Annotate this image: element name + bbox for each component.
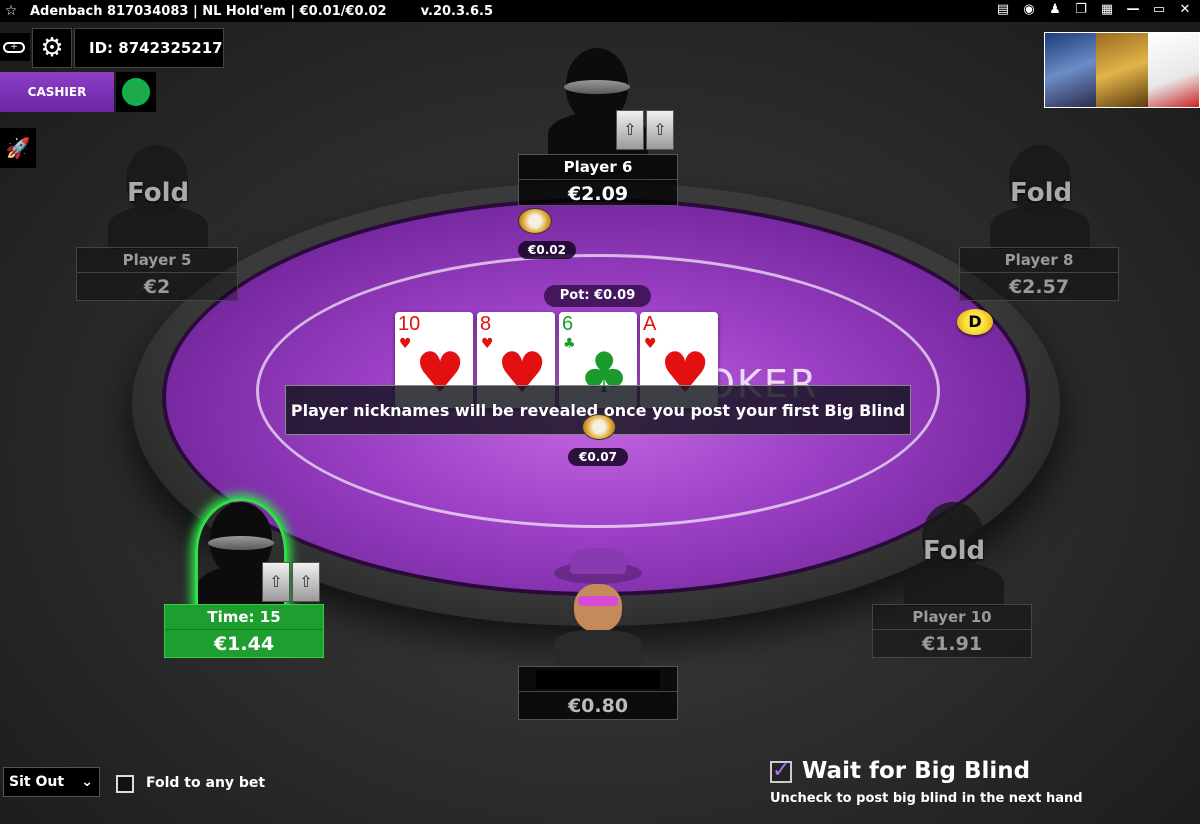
pot-chips-icon xyxy=(582,414,616,440)
toggle-icon: + xyxy=(3,42,25,53)
active-player-hole-cards: ⇧ ⇧ xyxy=(262,562,320,602)
player8-seat[interactable]: Player 8 €2.57 xyxy=(959,247,1119,301)
card-back-icon: ⇧ xyxy=(616,110,644,150)
cashier-button[interactable]: CASHIER xyxy=(0,72,114,112)
bet-chips-icon xyxy=(518,208,552,234)
card-suit-small: ♥ xyxy=(399,336,412,352)
wait-for-big-blind-checkbox[interactable]: ✓ xyxy=(770,758,792,783)
gear-icon: ⚙ xyxy=(40,33,64,63)
active-player-stack: €1.44 xyxy=(213,633,275,655)
minimize-icon[interactable]: — xyxy=(1124,2,1142,17)
card-rank: 10 xyxy=(398,313,421,335)
card-back-icon: ⇧ xyxy=(292,562,320,602)
player6-stack: €2.09 xyxy=(567,183,629,205)
star-icon[interactable]: ☆ xyxy=(0,3,22,19)
player5-seat[interactable]: Player 5 €2 xyxy=(76,247,238,301)
sit-out-value: Sit Out xyxy=(9,774,65,790)
card-suit-small: ♥ xyxy=(644,336,657,352)
window-controls: ▤ ◉ ♟ ❐ ▦ — ▭ ✕ xyxy=(994,2,1194,17)
promo-image-3 xyxy=(1147,33,1199,107)
maximize-icon[interactable]: ▭ xyxy=(1150,2,1168,17)
player10-name: Player 10 xyxy=(873,605,1031,630)
player8-name: Player 8 xyxy=(960,248,1118,273)
settings-button[interactable]: ⚙ xyxy=(32,28,72,68)
player5-stack: €2 xyxy=(143,276,171,298)
hero-stack: €0.80 xyxy=(567,695,629,717)
chevron-down-icon: ⌄ xyxy=(81,774,93,790)
player8-fold-label: Fold xyxy=(1010,178,1073,208)
player5-fold-label: Fold xyxy=(127,178,190,208)
bet-center: €0.07 xyxy=(568,448,628,466)
players-icon[interactable]: ♟ xyxy=(1046,2,1064,17)
version-label: v.20.3.6.5 xyxy=(420,3,494,19)
player6-name: Player 6 xyxy=(519,155,677,180)
tables-icon[interactable]: ❐ xyxy=(1072,2,1090,17)
card-rank: A xyxy=(643,313,657,335)
card-rank: 8 xyxy=(480,313,492,335)
wait-for-big-blind-hint: Uncheck to post big blind in the next ha… xyxy=(770,791,1083,806)
card-suit-small: ♥ xyxy=(481,336,494,352)
wait-for-big-blind-label[interactable]: Wait for Big Blind xyxy=(802,758,1030,784)
promo-image-1 xyxy=(1045,33,1097,107)
player10-stack: €1.91 xyxy=(921,633,983,655)
chip-icon xyxy=(122,78,150,106)
rocket-button[interactable]: 🚀 xyxy=(0,128,36,168)
checkmark-icon: ✓ xyxy=(772,758,791,783)
player10-seat[interactable]: Player 10 €1.91 xyxy=(872,604,1032,658)
player6-hole-cards: ⇧ ⇧ xyxy=(616,110,674,150)
promo-image-2 xyxy=(1096,33,1148,107)
fold-to-any-bet-label[interactable]: Fold to any bet xyxy=(146,775,265,791)
player6-seat[interactable]: Player 6 €2.09 xyxy=(518,154,678,206)
window-title: Adenbach 817034083 | NL Hold'em | €0.01/… xyxy=(30,3,387,19)
active-player-seat[interactable]: Time: 15 €1.44 xyxy=(164,604,324,658)
dealer-button: D xyxy=(957,309,993,335)
turn-timer: Time: 15 xyxy=(165,605,323,630)
card-suit-small: ♣ xyxy=(563,336,576,352)
player10-fold-label: Fold xyxy=(923,536,986,566)
hero-name-redacted xyxy=(519,667,677,692)
promo-banner[interactable] xyxy=(1044,32,1200,108)
card-rank: 6 xyxy=(562,313,574,335)
title-bar: ☆ Adenbach 817034083 | NL Hold'em | €0.0… xyxy=(0,0,1200,22)
fold-to-any-bet-checkbox[interactable] xyxy=(116,775,134,793)
player-id-label: ID: 8742325217 xyxy=(74,28,224,68)
player5-name: Player 5 xyxy=(77,248,237,273)
bet-player6: €0.02 xyxy=(518,241,576,259)
player8-stack: €2.57 xyxy=(1008,276,1070,298)
card-back-icon: ⇧ xyxy=(262,562,290,602)
chip-button[interactable] xyxy=(116,72,156,112)
hero-seat[interactable]: €0.80 xyxy=(518,666,678,720)
card-back-icon: ⇧ xyxy=(646,110,674,150)
sit-out-select[interactable]: Sit Out ⌄ xyxy=(3,767,100,797)
close-icon[interactable]: ✕ xyxy=(1176,2,1194,17)
grid-icon[interactable]: ▦ xyxy=(1098,2,1116,17)
pot-label: Pot: €0.09 xyxy=(544,285,651,307)
rocket-icon: 🚀 xyxy=(5,136,31,160)
menu-toggle-button[interactable]: + xyxy=(0,33,30,61)
notes-icon[interactable]: ▤ xyxy=(994,2,1012,17)
chip-menu-icon[interactable]: ◉ xyxy=(1020,2,1038,17)
